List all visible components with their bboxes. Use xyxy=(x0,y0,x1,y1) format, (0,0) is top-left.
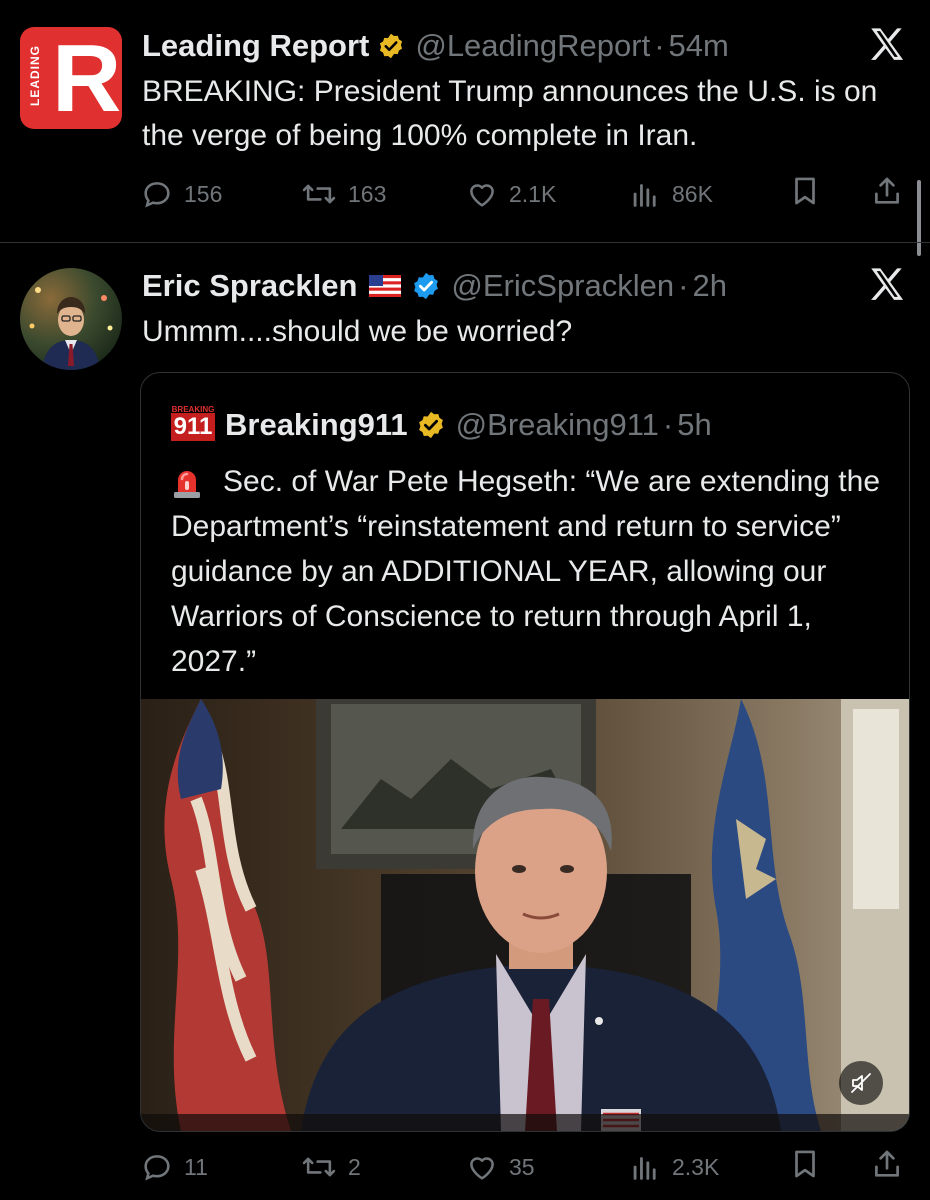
verified-blue-icon xyxy=(414,272,439,300)
repost-button[interactable]: 163 xyxy=(300,177,386,211)
x-logo-icon[interactable] xyxy=(866,264,908,314)
quoted-tweet-card[interactable]: BREAKING 911 Breaking911 @Breaking911 · … xyxy=(140,372,910,1132)
us-flag-icon xyxy=(369,275,402,297)
handle[interactable]: @Breaking911 xyxy=(456,407,659,443)
separator: · xyxy=(678,268,689,303)
share-icon xyxy=(875,177,899,204)
tweet-actions: 11 2 35 2.3K xyxy=(140,1145,920,1189)
repost-count: 163 xyxy=(348,180,387,207)
avatar[interactable] xyxy=(20,268,122,370)
bookmark-icon xyxy=(795,1150,815,1178)
like-count: 35 xyxy=(509,1153,535,1180)
like-icon xyxy=(470,184,494,207)
views-icon xyxy=(633,1157,656,1180)
quoted-avatar[interactable]: BREAKING 911 xyxy=(171,405,215,443)
separator: · xyxy=(654,28,665,63)
verified-gold-icon xyxy=(418,411,443,439)
bookmark-button[interactable] xyxy=(788,174,822,214)
verified-gold-icon xyxy=(380,33,403,59)
mute-button[interactable] xyxy=(839,1061,883,1105)
like-button[interactable]: 2.1K xyxy=(465,177,556,211)
reply-icon xyxy=(144,1155,170,1181)
avatar[interactable]: LEADING R xyxy=(20,27,122,129)
views-count: 2.3K xyxy=(672,1153,720,1180)
views-count: 86K xyxy=(672,180,713,207)
x-logo-icon[interactable] xyxy=(866,24,908,74)
share-button[interactable] xyxy=(870,1147,904,1187)
quoted-text: Sec. of War Pete Hegseth: “We are extend… xyxy=(171,465,881,678)
repost-icon xyxy=(302,1157,336,1177)
mute-icon xyxy=(851,1073,871,1093)
views-icon xyxy=(633,184,656,207)
timestamp[interactable]: 5h xyxy=(677,407,711,443)
views-button[interactable]: 86K xyxy=(628,177,713,211)
avatar-photo xyxy=(29,287,113,370)
display-name[interactable]: Leading Report xyxy=(142,28,369,64)
divider xyxy=(0,242,930,243)
reply-count: 156 xyxy=(184,180,223,207)
repost-icon xyxy=(302,184,336,204)
scrollbar-thumb[interactable] xyxy=(917,180,921,256)
tweet-text: Ummm....should we be worried? xyxy=(142,315,573,348)
avatar-letter: R xyxy=(52,27,122,129)
reply-button[interactable]: 11 xyxy=(140,1150,208,1184)
reply-count: 11 xyxy=(184,1153,208,1180)
tweet-actions: 156 163 2.1K 86K xyxy=(140,172,920,216)
rotating-light-icon xyxy=(174,471,200,498)
quoted-body: Sec. of War Pete Hegseth: “We are extend… xyxy=(171,459,891,684)
reply-icon xyxy=(144,182,170,208)
bookmark-icon xyxy=(795,177,815,205)
timestamp[interactable]: 2h xyxy=(692,268,726,304)
views-button[interactable]: 2.3K xyxy=(628,1150,719,1184)
share-button[interactable] xyxy=(870,174,904,214)
tweet-text: BREAKING: President Trump announces the … xyxy=(142,75,878,152)
bookmark-button[interactable] xyxy=(788,1147,822,1187)
timestamp[interactable]: 54m xyxy=(669,28,729,64)
reply-button[interactable]: 156 xyxy=(140,177,222,211)
handle[interactable]: @LeadingReport xyxy=(415,28,650,64)
video-thumbnail[interactable] xyxy=(141,699,909,1131)
share-icon xyxy=(875,1150,899,1177)
video-frame xyxy=(141,699,909,1131)
logo-main-text: 911 xyxy=(171,413,215,441)
avatar-side-text: LEADING xyxy=(28,45,42,106)
like-count: 2.1K xyxy=(509,180,557,207)
separator: · xyxy=(662,407,674,442)
handle[interactable]: @EricSpracklen xyxy=(451,268,674,304)
repost-count: 2 xyxy=(348,1153,361,1180)
like-icon xyxy=(470,1157,494,1180)
like-button[interactable]: 35 xyxy=(465,1150,535,1184)
display-name[interactable]: Breaking911 xyxy=(225,407,408,443)
repost-button[interactable]: 2 xyxy=(300,1150,361,1184)
display-name[interactable]: Eric Spracklen xyxy=(142,268,357,304)
